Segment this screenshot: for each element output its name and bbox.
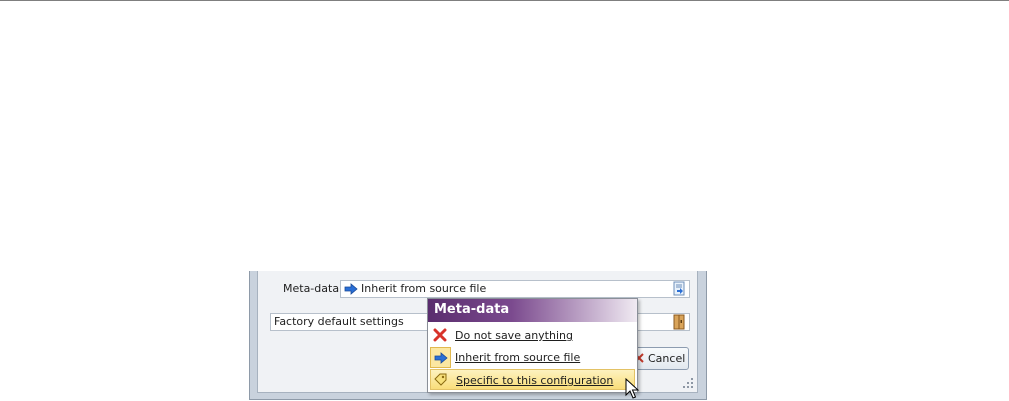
browse-icon[interactable] — [671, 281, 687, 297]
top-divider — [0, 0, 1009, 1]
meta-data-label: Meta-data — [283, 282, 340, 295]
blue-arrow-icon — [344, 283, 358, 295]
meta-data-value: Inherit from source file — [361, 282, 487, 295]
cancel-label: Cancel — [648, 352, 686, 365]
menu-icon-box — [431, 370, 452, 391]
menu-item-specific[interactable]: Specific to this configuration — [430, 369, 635, 390]
menu-title-text: Meta-data — [434, 302, 510, 317]
meta-data-field[interactable]: Inherit from source file — [340, 280, 690, 298]
menu-item-label: Do not save anything — [455, 329, 573, 342]
menu-item-label: Inherit from source file — [455, 351, 581, 364]
menu-item-inherit[interactable]: Inherit from source file — [430, 347, 635, 368]
meta-data-menu: Meta-data Do not save anything Inherit f… — [427, 298, 638, 393]
tag-icon — [434, 373, 447, 386]
menu-icon-box — [430, 325, 451, 346]
menu-item-label: Specific to this configuration — [456, 374, 614, 387]
blue-arrow-icon — [434, 352, 448, 364]
red-x-icon — [433, 328, 447, 342]
menu-title: Meta-data — [428, 299, 637, 322]
menu-item-do-not-save[interactable]: Do not save anything — [430, 325, 635, 346]
menu-icon-box — [430, 347, 451, 368]
mouse-cursor-icon — [625, 378, 639, 399]
resize-grip-icon[interactable] — [682, 377, 694, 389]
preset-value: Factory default settings — [274, 315, 404, 328]
cabinet-icon[interactable] — [671, 314, 687, 330]
